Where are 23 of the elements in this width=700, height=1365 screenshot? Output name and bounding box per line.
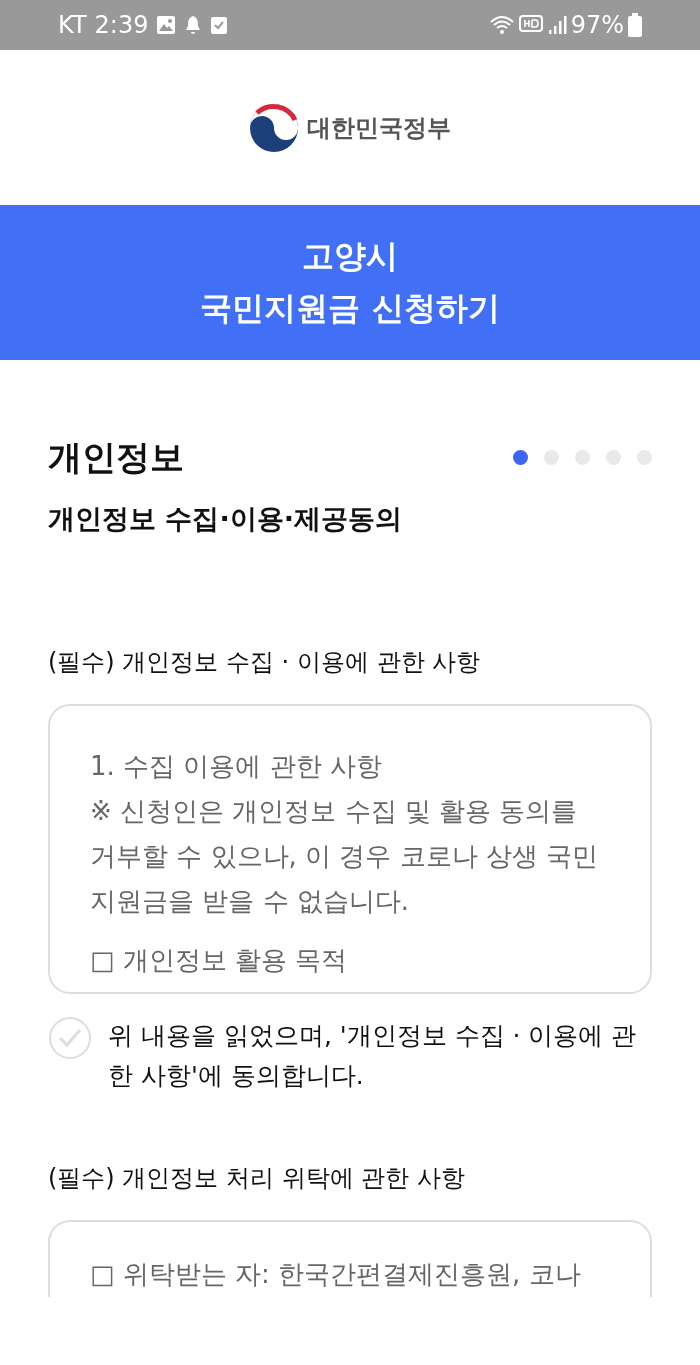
terms-text: 1. 수집 이용에 관한 사항 [90,749,383,783]
image-icon [156,15,177,35]
banner-title: 고양시 [302,236,398,278]
terms-text: □ 개인정보 활용 목적 [90,943,349,977]
signal-icon [546,14,567,36]
terms-text: ※ 신청인은 개인정보 수집 및 활용 동의를 거부할 수 있으나, 이 경우 코로나 상생 국민 지원금을 받을 수 없습니다. [90,794,600,918]
carrier-text: KT [58,10,87,41]
logo-text: 대한민국정부 [307,112,451,144]
banner-title: 국민지원금 신청하기 [200,287,500,329]
section-label: (필수) 개인정보 처리 위탁에 관한 사항 [48,1162,466,1194]
battery-text: 97% [570,10,624,41]
page-title: 개인정보 [48,436,184,479]
wifi-icon [488,14,515,36]
battery-icon [628,13,642,37]
check-circle-icon[interactable] [48,1015,92,1060]
page-subtitle: 개인정보 수집·이용·제공동의 [48,502,403,536]
emblem-icon [249,102,299,153]
bell-icon [184,15,203,35]
checkbox-icon [210,15,229,35]
clock-text: 2:39 [94,10,149,41]
terms-text: □ 위탁받는 자: 한국간편결제진흥원, 코나 [90,1257,582,1291]
agreement-text: 위 내용을 읽었으며, '개인정보 수집 · 이용에 관한 사항'에 동의합니다. [108,1019,638,1092]
section-label: (필수) 개인정보 수집 · 이용에 관한 사항 [48,646,482,678]
